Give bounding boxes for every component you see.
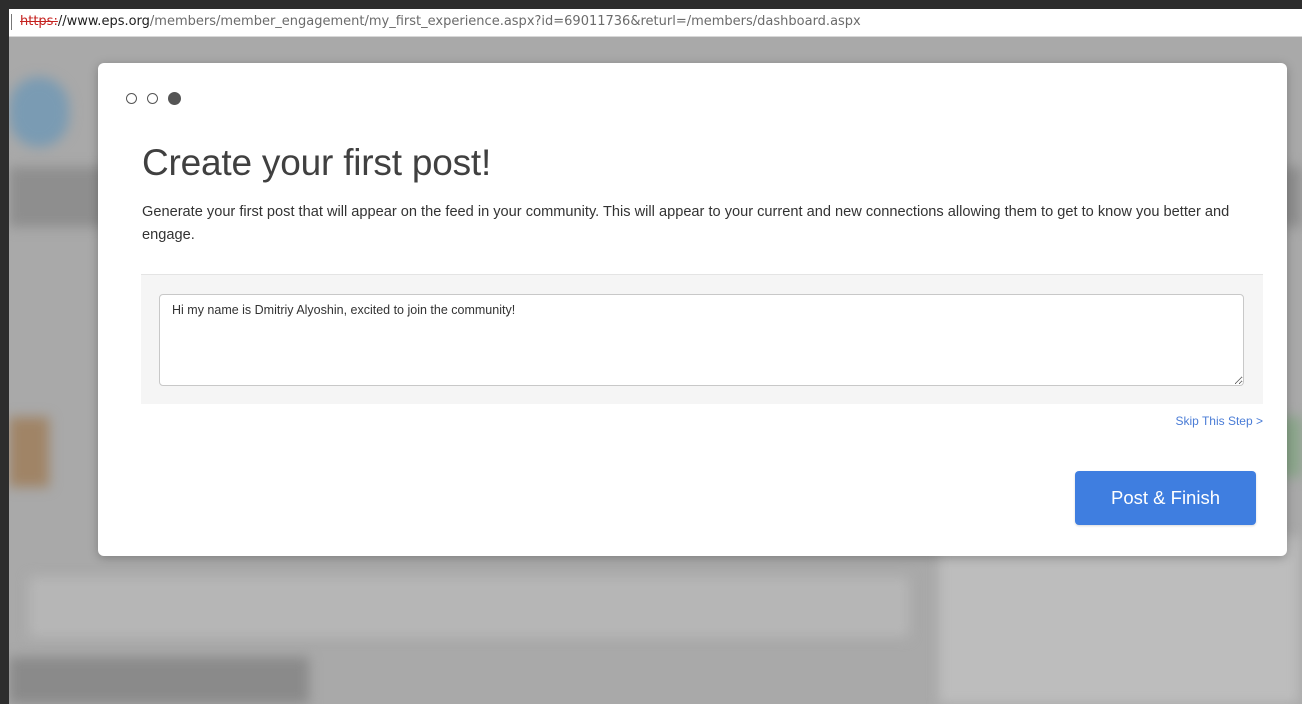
first-post-modal: Create your first post! Generate your fi…	[98, 63, 1287, 556]
step-dot-3-current	[168, 92, 181, 105]
step-indicator	[126, 92, 181, 107]
post-and-finish-button[interactable]: Post & Finish	[1075, 471, 1256, 525]
background-footer-block	[9, 657, 309, 704]
background-logo-blob	[9, 77, 69, 147]
step-dot-2	[147, 93, 158, 104]
post-composer-panel: Hi my name is Dmitriy Alyoshin, excited …	[141, 274, 1263, 404]
background-content-block	[29, 577, 909, 637]
url-scheme-insecure: https:	[20, 14, 58, 29]
background-accent-block	[9, 417, 49, 487]
modal-title: Create your first post!	[142, 142, 492, 183]
window-frame-top	[0, 0, 1302, 9]
post-text-input[interactable]: Hi my name is Dmitriy Alyoshin, excited …	[159, 294, 1244, 386]
skip-step-link[interactable]: Skip This Step >	[1176, 414, 1264, 428]
url-path: /members/member_engagement/my_first_expe…	[149, 14, 861, 29]
background-sidebar-block	[939, 537, 1299, 704]
address-bar[interactable]: https://www.eps.org/members/member_engag…	[9, 9, 1302, 37]
text-cursor	[11, 13, 12, 30]
modal-description: Generate your first post that will appea…	[142, 204, 1230, 243]
url-host: //www.eps.org	[57, 14, 150, 29]
window-frame-left	[0, 0, 9, 704]
step-dot-1	[126, 93, 137, 104]
